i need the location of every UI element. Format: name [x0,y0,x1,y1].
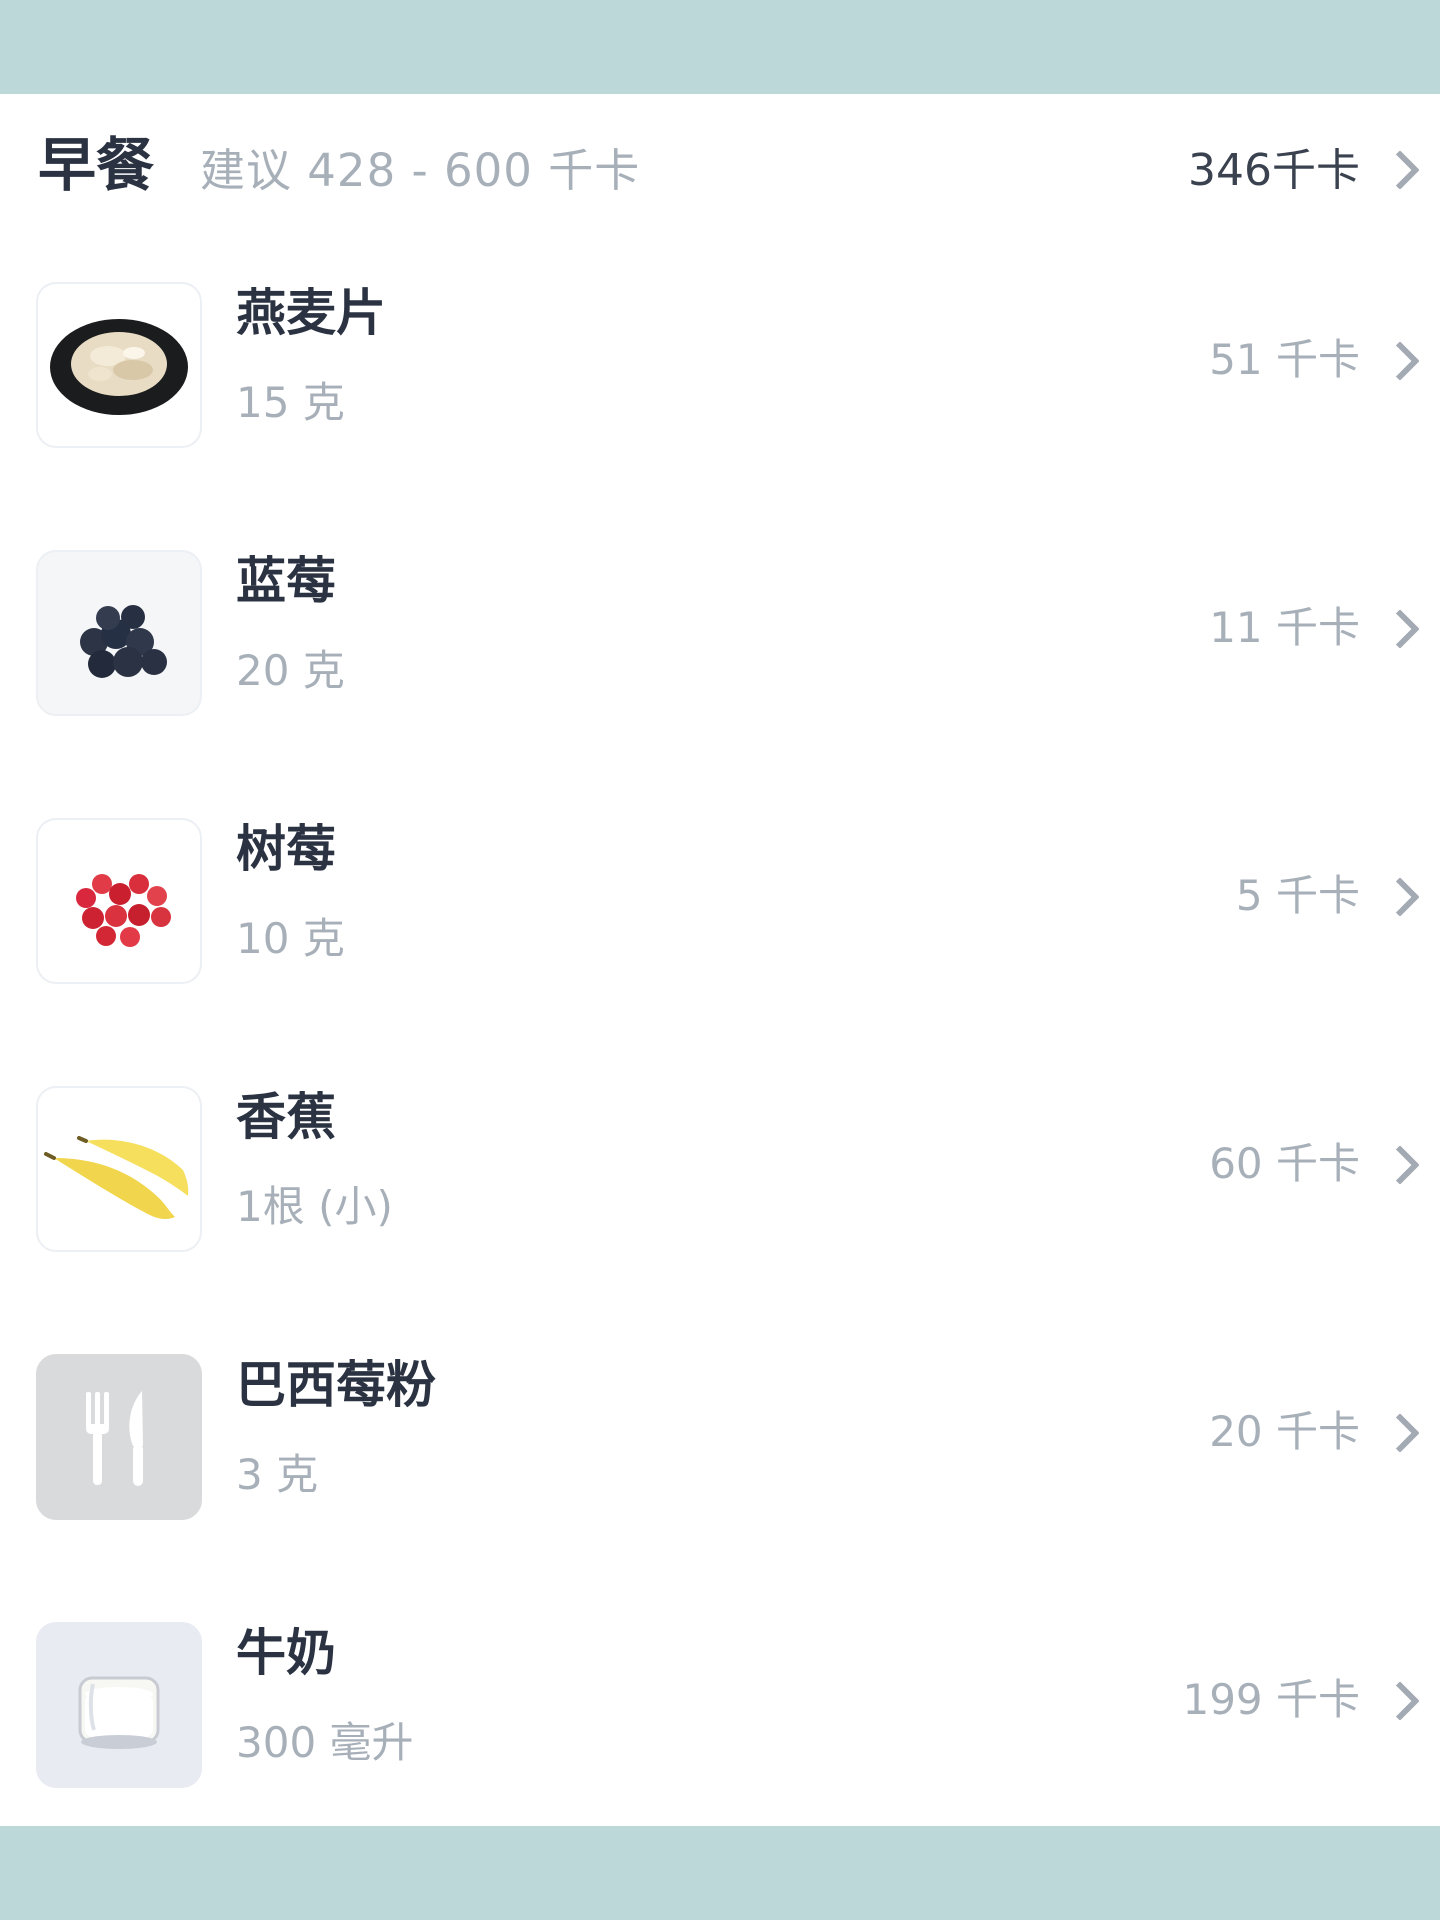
chevron-right-icon[interactable] [1380,341,1420,381]
food-calories: 60 千卡 [1209,1139,1360,1188]
meal-title: 早餐 [38,131,155,199]
food-item-acai-powder[interactable]: 巴西莓粉 3 克 20 千卡 [0,1322,1440,1590]
food-amount: 300 毫升 [236,1718,414,1767]
food-name: 燕麦片 [236,284,386,342]
food-calories: 11 千卡 [1209,603,1360,652]
oatmeal-icon [36,282,202,448]
chevron-right-icon[interactable] [1380,609,1420,649]
blueberry-icon [36,550,202,716]
food-item-milk[interactable]: 牛奶 300 毫升 199 千卡 [0,1590,1440,1858]
meal-calorie-recommendation: 建议 428 - 600 千卡 [200,144,641,197]
food-name: 树莓 [236,820,336,878]
food-amount: 10 克 [236,914,345,963]
food-amount: 15 克 [236,378,345,427]
meal-header[interactable]: 早餐 建议 428 - 600 千卡 346千卡 [0,94,1440,250]
food-list: 燕麦片 15 克 51 千卡 蓝莓 20 克 11 千卡 树莓 10 克 5 千… [0,250,1440,1826]
food-name: 香蕉 [236,1088,336,1146]
chevron-right-icon[interactable] [1380,1413,1420,1453]
food-item-blueberry[interactable]: 蓝莓 20 克 11 千卡 [0,518,1440,786]
food-name: 牛奶 [236,1624,336,1682]
food-item-banana[interactable]: 香蕉 1根 (小) 60 千卡 [0,1054,1440,1322]
breakfast-card: 早餐 建议 428 - 600 千卡 346千卡 燕麦片 15 克 51 千卡 … [0,94,1440,1826]
food-amount: 3 克 [236,1450,319,1499]
banana-icon [36,1086,202,1252]
chevron-right-icon[interactable] [1380,1681,1420,1721]
raspberry-icon [36,818,202,984]
chevron-right-icon[interactable] [1380,877,1420,917]
chevron-right-icon[interactable] [1380,1145,1420,1185]
food-calories: 5 千卡 [1235,871,1360,920]
meal-total-calories: 346千卡 [1188,145,1360,196]
utensils-icon [36,1354,202,1520]
food-amount: 1根 (小) [236,1182,393,1231]
food-calories: 51 千卡 [1209,335,1360,384]
food-name: 巴西莓粉 [236,1356,436,1414]
chevron-right-icon[interactable] [1380,150,1420,190]
food-calories: 199 千卡 [1182,1675,1360,1724]
food-item-oatmeal[interactable]: 燕麦片 15 克 51 千卡 [0,250,1440,518]
food-calories: 20 千卡 [1209,1407,1360,1456]
food-amount: 20 克 [236,646,345,695]
food-name: 蓝莓 [236,552,336,610]
milk-glass-icon [36,1622,202,1788]
screen-frame: 早餐 建议 428 - 600 千卡 346千卡 燕麦片 15 克 51 千卡 … [0,0,1440,1920]
food-item-raspberry[interactable]: 树莓 10 克 5 千卡 [0,786,1440,1054]
